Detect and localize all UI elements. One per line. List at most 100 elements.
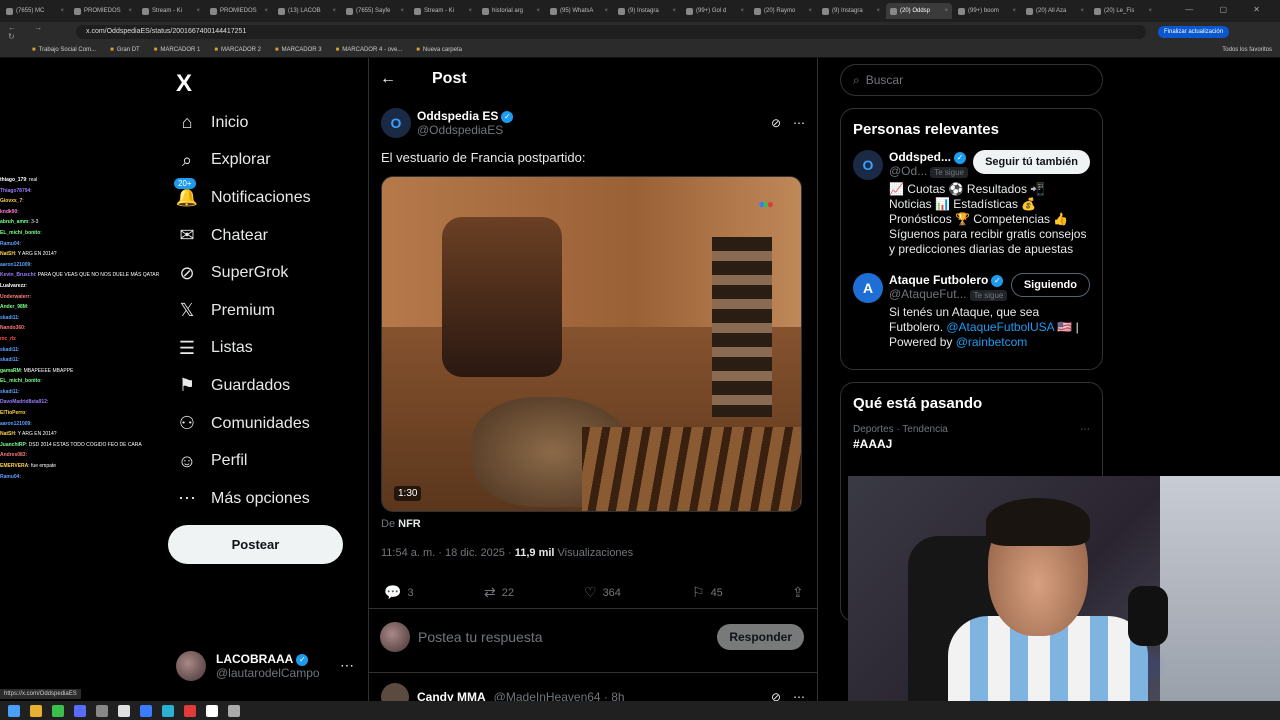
browser-tab[interactable]: (20) Raymo ×: [750, 3, 816, 19]
close-icon[interactable]: ×: [332, 8, 336, 14]
close-icon[interactable]: ×: [264, 8, 268, 14]
close-icon[interactable]: ×: [1012, 8, 1016, 14]
author-avatar[interactable]: O: [381, 108, 411, 138]
reply-input[interactable]: Postea tu respuesta: [418, 629, 543, 645]
following-button[interactable]: Siguiendo: [1010, 273, 1090, 297]
chat-username[interactable]: Ramu04: [0, 241, 19, 247]
chat-username[interactable]: Andres083: [0, 452, 26, 458]
browser-tab[interactable]: historial arg ×: [478, 3, 544, 19]
url-field[interactable]: x.com/OddspediaES/status/200166740014441…: [76, 25, 1146, 39]
chat-username[interactable]: gamaRM: [0, 368, 21, 374]
browser-tab[interactable]: (7655) MC ×: [2, 3, 68, 19]
update-button[interactable]: Finalizar actualización: [1158, 26, 1230, 38]
chat-username[interactable]: aaron121009: [0, 262, 30, 268]
chat-username[interactable]: abruh_amm: [0, 219, 28, 225]
chat-username[interactable]: ElTioPerro: [0, 410, 25, 416]
bio-link[interactable]: @rainbetcom: [956, 335, 1028, 349]
bookmark-item[interactable]: MARCADOR 2: [214, 47, 261, 53]
author-name[interactable]: Oddspedia ES: [417, 109, 498, 123]
browser-nav-buttons[interactable]: ← → ↻: [0, 23, 70, 41]
browser-tab[interactable]: (20) Oddsp ×: [886, 3, 952, 19]
follow-back-button[interactable]: Seguir tú también: [973, 150, 1090, 174]
more-icon[interactable]: ⋯: [1080, 424, 1090, 435]
bookmark-action[interactable]: ⚐ 45: [692, 584, 792, 601]
browser-tab[interactable]: Stream - Ki ×: [138, 3, 204, 19]
sidebar-item-guardados[interactable]: ⚑ Guardados: [176, 367, 311, 405]
close-icon[interactable]: ×: [604, 8, 608, 14]
sidebar-item-explorar[interactable]: ⌕ Explorar: [176, 142, 311, 180]
grok-icon[interactable]: ⊘: [771, 116, 781, 130]
close-icon[interactable]: ×: [60, 8, 64, 14]
bookmark-item[interactable]: MARCADOR 3: [275, 47, 322, 53]
browser-tab[interactable]: (20) Le_Fis ×: [1090, 3, 1156, 19]
sidebar-item-premium[interactable]: 𝕏 Premium: [176, 292, 311, 330]
close-icon[interactable]: ×: [400, 8, 404, 14]
taskbar-app-icon[interactable]: [8, 704, 20, 717]
chat-username[interactable]: skadi11: [0, 389, 18, 395]
reply-button[interactable]: Responder: [717, 624, 804, 650]
window-controls[interactable]: — ▢ ✕: [1185, 5, 1272, 14]
chat-username[interactable]: skadi11: [0, 357, 18, 363]
browser-tab[interactable]: (99+) Gol d ×: [682, 3, 748, 19]
browser-tab[interactable]: (13) LACOB ×: [274, 3, 340, 19]
x-logo[interactable]: X: [176, 70, 192, 98]
chat-username[interactable]: Underwaterr: [0, 294, 29, 300]
sidebar-item-notificaciones[interactable]: 🔔 20+ Notificaciones: [174, 177, 311, 217]
chat-username[interactable]: thiago_179: [0, 177, 26, 183]
chat-username[interactable]: kndk90: [0, 209, 17, 215]
close-icon[interactable]: ×: [944, 8, 948, 14]
post-button[interactable]: Postear: [168, 525, 343, 564]
taskbar-app-icon[interactable]: [206, 704, 218, 717]
repost-action[interactable]: ⇄ 22: [484, 584, 584, 601]
source-link[interactable]: NFR: [398, 518, 421, 530]
sidebar-item-inicio[interactable]: ⌂ Inicio: [176, 104, 311, 142]
sidebar-item-listas[interactable]: ☰ Listas: [176, 330, 311, 368]
sidebar-item-más-opciones[interactable]: ⋯ Más opciones: [176, 480, 311, 518]
bio-link[interactable]: @AtaqueFutbolUSA: [946, 320, 1054, 334]
video-player[interactable]: ●●● 1:30: [381, 176, 802, 512]
browser-tab[interactable]: PROMIEDOS ×: [70, 3, 136, 19]
close-icon[interactable]: ×: [672, 8, 676, 14]
sidebar-item-chatear[interactable]: ✉ Chatear: [176, 217, 311, 255]
taskbar-app-icon[interactable]: [30, 704, 42, 717]
more-icon[interactable]: ⋯: [793, 116, 805, 130]
post-time[interactable]: 11:54 a. m. · 18 dic. 2025 ·: [381, 547, 512, 559]
close-icon[interactable]: ×: [1148, 8, 1152, 14]
bookmark-item[interactable]: MARCADOR 1: [154, 47, 200, 53]
chat-username[interactable]: skadi11: [0, 347, 18, 353]
sidebar-item-comunidades[interactable]: ⚇ Comunidades: [176, 405, 311, 443]
taskbar-app-icon[interactable]: [96, 704, 108, 717]
chat-username[interactable]: Kevin_Bruschi: [0, 272, 35, 278]
chat-username[interactable]: Lualvarezz: [0, 283, 26, 289]
close-icon[interactable]: ×: [740, 8, 744, 14]
browser-tab[interactable]: (95) WhatsA ×: [546, 3, 612, 19]
taskbar-app-icon[interactable]: [52, 704, 64, 717]
more-icon[interactable]: ⋯: [340, 657, 354, 674]
reply-action[interactable]: 💬 3: [384, 584, 484, 601]
bookmark-item[interactable]: Trabajo Social Com...: [32, 47, 96, 53]
search-input[interactable]: ⌕ Buscar: [840, 64, 1103, 96]
sidebar-item-perfil[interactable]: ☺ Perfil: [176, 442, 311, 480]
bookmark-item[interactable]: Gran DT: [110, 47, 140, 53]
chat-username[interactable]: EL_michi_bonito: [0, 378, 40, 384]
browser-tab[interactable]: (99+) boom ×: [954, 3, 1020, 19]
chat-username[interactable]: JuanchiRP: [0, 442, 26, 448]
chat-username[interactable]: NatSH: [0, 431, 15, 437]
close-icon[interactable]: ×: [1080, 8, 1084, 14]
browser-tab[interactable]: Stream - Ki ×: [410, 3, 476, 19]
all-bookmarks[interactable]: Todos los favoritos: [1222, 47, 1272, 53]
back-arrow-icon[interactable]: ←: [380, 70, 396, 88]
chat-username[interactable]: aaron121009: [0, 421, 30, 427]
close-icon[interactable]: ×: [876, 8, 880, 14]
chat-username[interactable]: mc_rb: [0, 336, 15, 342]
author-handle[interactable]: @OddspediaES: [417, 123, 513, 137]
chat-username[interactable]: EL_michi_bonito: [0, 230, 40, 236]
browser-tab[interactable]: (9) Instagra ×: [614, 3, 680, 19]
close-icon[interactable]: ×: [196, 8, 200, 14]
taskbar-app-icon[interactable]: [162, 704, 174, 717]
chat-username[interactable]: DavoMadrid8sta912: [0, 399, 47, 405]
sidebar-item-supergrok[interactable]: ⊘ SuperGrok: [176, 254, 311, 292]
close-icon[interactable]: ×: [808, 8, 812, 14]
chat-username[interactable]: Giovxx_7: [0, 198, 22, 204]
taskbar-app-icon[interactable]: [140, 704, 152, 717]
